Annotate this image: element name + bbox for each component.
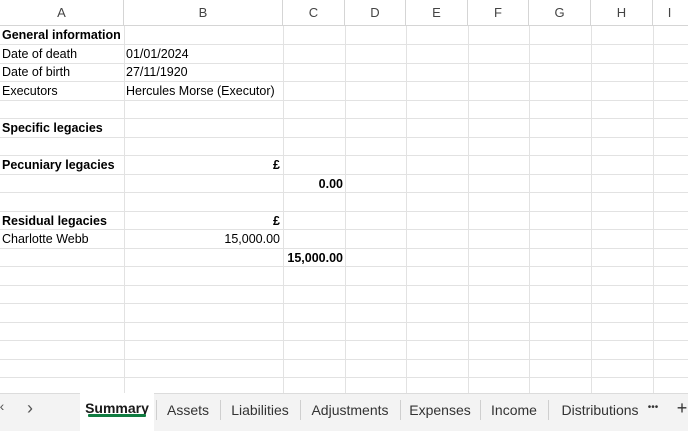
grid-line <box>0 340 688 341</box>
tab-distributions[interactable]: Distributions <box>556 398 644 422</box>
cell-b3[interactable]: 27/11/1920 <box>126 63 188 81</box>
grid-line <box>0 44 688 45</box>
next-sheet-button[interactable]: › <box>22 398 38 419</box>
active-tab-indicator <box>88 414 146 417</box>
grid-line <box>0 248 688 249</box>
column-header-label: B <box>198 5 208 20</box>
column-header-label: H <box>616 5 627 20</box>
column-header-h[interactable]: H <box>591 0 653 26</box>
cell-b4[interactable]: Hercules Morse (Executor) <box>126 82 275 100</box>
tab-separator <box>156 400 157 420</box>
grid-line <box>0 322 688 323</box>
grid-line <box>0 192 688 193</box>
column-header-g[interactable]: G <box>529 0 591 26</box>
cell-c9[interactable]: 0.00 <box>283 175 343 193</box>
tab-income[interactable]: Income <box>486 398 542 422</box>
column-header-label: A <box>57 5 66 20</box>
cell-a1[interactable]: General information <box>2 26 121 44</box>
grid-line <box>0 81 688 82</box>
cell-a2[interactable]: Date of death <box>2 45 77 63</box>
cell-a11[interactable]: Residual legacies <box>2 212 107 230</box>
tab-separator <box>300 400 301 420</box>
cell-a8[interactable]: Pecuniary legacies <box>2 156 115 174</box>
tab-adjustments[interactable]: Adjustments <box>306 398 394 422</box>
column-header-f[interactable]: F <box>468 0 529 26</box>
tab-assets[interactable]: Assets <box>162 398 214 422</box>
grid-line <box>0 118 688 119</box>
cell-a6[interactable]: Specific legacies <box>2 119 103 137</box>
more-sheets-button[interactable]: ••• <box>642 396 664 420</box>
cell-a3[interactable]: Date of birth <box>2 63 70 81</box>
add-sheet-button[interactable]: + <box>672 396 688 420</box>
column-header-d[interactable]: D <box>345 0 406 26</box>
grid-line <box>0 174 688 175</box>
grid-line <box>0 63 688 64</box>
column-header-label: I <box>667 5 672 20</box>
column-header-label: E <box>432 5 441 20</box>
column-header-label: D <box>370 5 380 20</box>
tab-separator <box>480 400 481 420</box>
cell-a12[interactable]: Charlotte Webb <box>2 230 89 248</box>
cell-b12[interactable]: 15,000.00 <box>124 230 280 248</box>
column-header-c[interactable]: C <box>283 0 345 26</box>
tab-liabilities[interactable]: Liabilities <box>226 398 294 422</box>
grid-line <box>0 285 688 286</box>
column-header-a[interactable]: A <box>0 0 124 26</box>
grid-line <box>0 137 688 138</box>
cell-b2[interactable]: 01/01/2024 <box>126 45 189 63</box>
cell-c13[interactable]: 15,000.00 <box>283 249 343 267</box>
column-header-i[interactable]: I <box>653 0 688 26</box>
grid-line <box>0 303 688 304</box>
column-header-e[interactable]: E <box>406 0 468 26</box>
cell-b8[interactable]: £ <box>124 156 280 174</box>
previous-sheet-button[interactable]: ‹ <box>0 398 10 414</box>
column-header-b[interactable]: B <box>124 0 283 26</box>
tab-expenses[interactable]: Expenses <box>406 398 474 422</box>
column-header-label: G <box>554 5 565 20</box>
grid-line <box>0 377 688 378</box>
tab-separator <box>220 400 221 420</box>
tab-separator <box>548 400 549 420</box>
column-header-label: C <box>308 5 319 20</box>
grid-line <box>0 359 688 360</box>
column-header-label: F <box>494 5 502 20</box>
cell-b11[interactable]: £ <box>124 212 280 230</box>
grid-line <box>0 100 688 101</box>
cell-a4[interactable]: Executors <box>2 82 58 100</box>
grid-line <box>0 266 688 267</box>
tab-separator <box>400 400 401 420</box>
spreadsheet-grid[interactable]: A B C D E F G H I General information Da… <box>0 0 688 393</box>
